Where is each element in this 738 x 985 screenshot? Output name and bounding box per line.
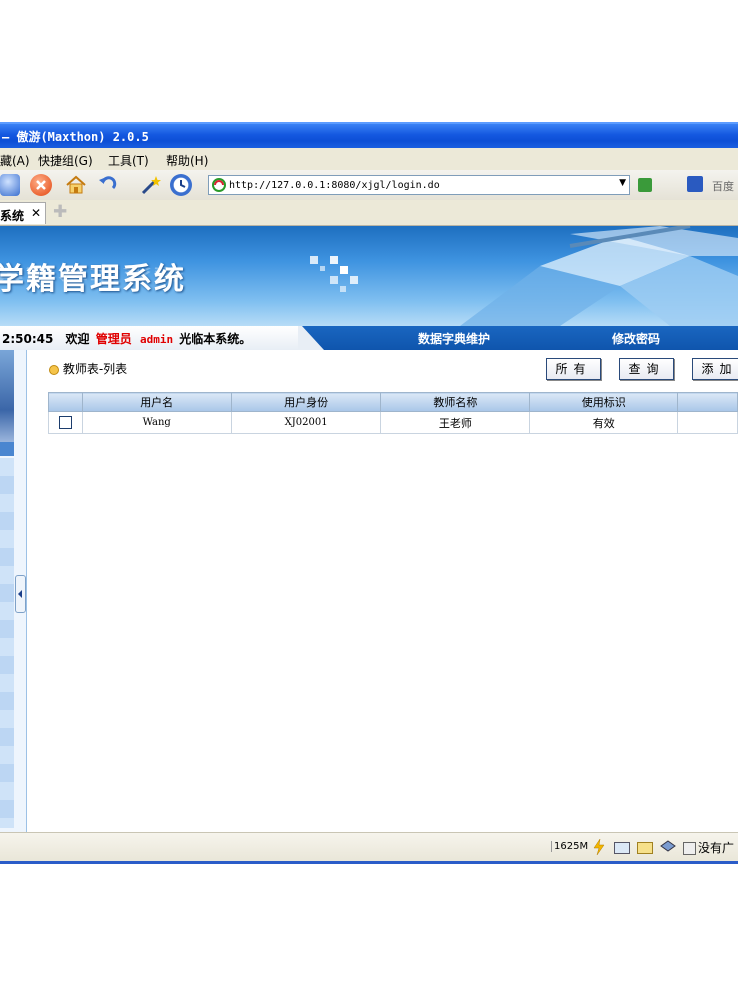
- user-role: 管理员: [95, 332, 132, 346]
- undo-close-icon[interactable]: [96, 174, 118, 196]
- folder-icon[interactable]: [637, 842, 653, 854]
- identity-cell: XJ02001: [230, 411, 382, 434]
- search-engine-label[interactable]: 百度: [712, 178, 734, 194]
- table-row[interactable]: Wang XJ02001 王老师 有效: [48, 411, 738, 434]
- user-name: admin: [139, 333, 174, 346]
- teacher-name-cell: 王老师: [380, 411, 531, 434]
- menu-help[interactable]: 帮助(H): [166, 152, 208, 169]
- go-icon[interactable]: [638, 178, 652, 192]
- baidu-paw-icon[interactable]: [687, 176, 703, 192]
- select-column-header: [48, 392, 83, 412]
- url-input[interactable]: [229, 177, 609, 193]
- welcome-area: 2:50:45 欢迎 管理员 admin 光临本系统。: [0, 326, 324, 350]
- query-button[interactable]: 查询: [619, 358, 674, 380]
- browser-window: — 傲游(Maxthon) 2.0.5 藏(A) 快捷组(G) 工具(T) 帮助…: [0, 122, 738, 864]
- title-bar: — 傲游(Maxthon) 2.0.5: [0, 122, 738, 148]
- extra-cell: [677, 411, 738, 434]
- left-sidebar: [0, 350, 27, 832]
- toolbar: ▼ 百度: [0, 170, 738, 200]
- window-icon[interactable]: [614, 842, 630, 854]
- header-banner: 学籍管理系统 学籍管理系统: [0, 226, 738, 326]
- tab-label: 系统: [0, 209, 25, 223]
- tab-bar: 系统 ✕ ✚: [0, 200, 738, 226]
- menu-favorites[interactable]: 藏(A): [0, 152, 30, 169]
- keyboard-pen-image: [460, 226, 738, 326]
- welcome-suffix: 光临本系统。: [179, 332, 252, 346]
- clock-time: 2:50:45: [2, 332, 54, 346]
- all-button[interactable]: 所有: [546, 358, 601, 380]
- adblock-status: 没有广: [698, 841, 735, 855]
- address-bar: ▼: [208, 175, 630, 195]
- nav-change-password[interactable]: 修改密码: [612, 330, 660, 347]
- column-header: 用户身份: [230, 392, 382, 412]
- refresh-icon[interactable]: [0, 174, 20, 196]
- add-button[interactable]: 添加: [692, 358, 738, 380]
- welcome-text: 欢迎: [65, 332, 90, 346]
- page-title: 教师表-列表: [62, 362, 128, 376]
- stop-icon[interactable]: [30, 174, 52, 196]
- status-bar: 1625M 没有广: [0, 832, 738, 861]
- new-tab-icon[interactable]: ✚: [53, 202, 67, 222]
- row-select-cell: [48, 411, 83, 434]
- info-bar: 2:50:45 欢迎 管理员 admin 光临本系统。 数据字典维护 修改密码: [0, 326, 738, 350]
- pixel-decoration: [310, 256, 358, 292]
- layers-icon[interactable]: [660, 839, 676, 855]
- window-title: — 傲游(Maxthon) 2.0.5: [2, 130, 149, 144]
- menu-bar: 藏(A) 快捷组(G) 工具(T) 帮助(H): [0, 148, 738, 170]
- magic-wand-icon[interactable]: [140, 174, 162, 196]
- lightning-icon[interactable]: [592, 839, 606, 855]
- row-checkbox[interactable]: [58, 416, 72, 430]
- history-clock-icon[interactable]: [170, 174, 192, 196]
- home-icon[interactable]: [65, 174, 87, 196]
- column-header: 教师名称: [380, 392, 531, 412]
- sidebar-header: [0, 442, 14, 456]
- sidebar-menu[interactable]: [0, 458, 14, 828]
- menu-tools[interactable]: 工具(T): [108, 152, 149, 169]
- tab-system[interactable]: 系统 ✕: [0, 202, 46, 224]
- column-header-extra: [677, 392, 738, 412]
- column-header: 使用标识: [529, 392, 679, 412]
- nav-data-dictionary[interactable]: 数据字典维护: [418, 330, 490, 347]
- main-content: 教师表-列表 所有 查询 添加 用户名 用户身份 教师名称 使用标识 Wang …: [27, 350, 738, 832]
- bullet-icon: [49, 364, 59, 375]
- breadcrumb: 教师表-列表: [49, 360, 127, 377]
- column-header: 用户名: [81, 392, 232, 412]
- memory-usage: 1625M: [551, 841, 588, 852]
- table-header-row: 用户名 用户身份 教师名称 使用标识: [48, 392, 738, 412]
- ie-page-icon: [212, 178, 226, 192]
- system-name: 学籍管理系统: [0, 262, 186, 297]
- adblock-icon[interactable]: [683, 842, 696, 855]
- sidebar-image: [0, 350, 14, 450]
- teacher-table: 用户名 用户身份 教师名称 使用标识 Wang XJ02001 王老师 有效: [48, 392, 738, 434]
- flag-cell: 有效: [529, 411, 679, 434]
- collapse-sidebar-handle[interactable]: [15, 575, 26, 613]
- close-icon[interactable]: ✕: [31, 206, 41, 220]
- menu-groups[interactable]: 快捷组(G): [38, 152, 93, 169]
- username-cell: Wang: [81, 411, 232, 434]
- dropdown-arrow-icon[interactable]: ▼: [619, 178, 626, 188]
